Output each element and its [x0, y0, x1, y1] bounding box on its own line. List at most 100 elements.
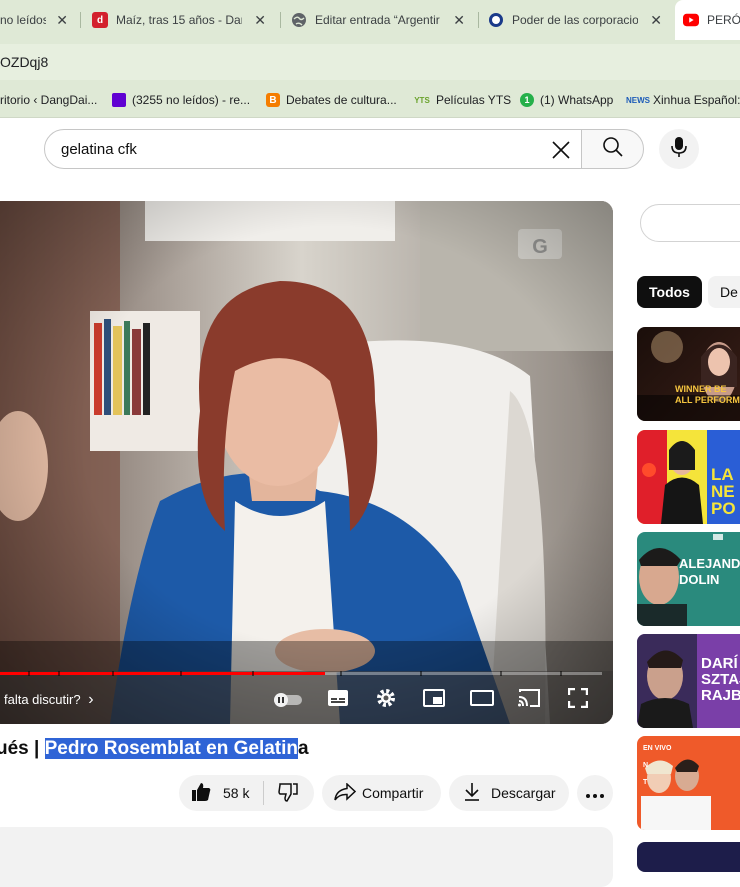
- chat-or-side-search[interactable]: [640, 204, 740, 242]
- fullscreen-icon: [567, 687, 589, 713]
- chapter-marker: [500, 671, 502, 676]
- subtitles-icon: [327, 689, 349, 712]
- youtube-icon: [683, 12, 699, 28]
- miniplayer-icon: [423, 688, 445, 712]
- autoplay-toggle[interactable]: [272, 690, 304, 710]
- tab-title: no leídos: [0, 13, 46, 27]
- share-label: Compartir: [362, 785, 424, 801]
- voice-search-button[interactable]: [659, 129, 699, 169]
- subtitles-button[interactable]: [326, 688, 350, 712]
- bookmark-item[interactable]: 1 (1) WhatsApp: [520, 93, 613, 107]
- chapter-title[interactable]: falta discutir? ›: [4, 691, 94, 709]
- recommended-video-thumbnail[interactable]: ALEJAND DOLIN: [637, 532, 740, 626]
- globe-icon: [291, 12, 307, 28]
- tab-strip: no leídos ✕ d Maíz, tras 15 años - Dar ✕…: [0, 0, 740, 40]
- description-box[interactable]: [0, 827, 613, 887]
- thumbnail-overlay-text: EN VIVO N T: [643, 745, 672, 786]
- like-dislike-group: 58 k: [179, 775, 314, 811]
- tab-1[interactable]: no leídos ✕: [0, 0, 80, 40]
- tab-3[interactable]: Editar entrada “Argentir ✕: [287, 0, 477, 40]
- bookmark-label: (1) WhatsApp: [540, 93, 614, 107]
- theater-icon: [470, 689, 494, 711]
- blogger-icon: B: [266, 93, 280, 107]
- share-button[interactable]: Compartir: [322, 775, 441, 811]
- tab-title: Maíz, tras 15 años - Dar: [116, 13, 242, 27]
- chapter-marker: [252, 671, 254, 676]
- recommended-video-thumbnail[interactable]: DARÍ SZTAJN RAJB: [637, 634, 740, 728]
- bookmark-item[interactable]: B Debates de cultura...: [266, 93, 397, 107]
- download-button[interactable]: Descargar: [449, 775, 569, 811]
- chapter-marker: [58, 671, 60, 676]
- cast-button[interactable]: [516, 688, 542, 712]
- like-button[interactable]: 58 k: [179, 775, 249, 811]
- video-frame: G: [0, 201, 613, 724]
- video-player[interactable]: G: [0, 201, 613, 724]
- share-icon: [334, 781, 357, 804]
- tab-close-icon[interactable]: ✕: [650, 12, 662, 28]
- progress-played: [0, 672, 325, 675]
- bookmark-item[interactable]: (3255 no leídos) - re...: [112, 93, 250, 107]
- recommended-video-thumbnail[interactable]: LA NE PO: [637, 430, 740, 524]
- more-actions-button[interactable]: [577, 775, 613, 811]
- tab-2[interactable]: d Maíz, tras 15 años - Dar ✕: [88, 0, 278, 40]
- thumbnail-overlay-text: DARÍ SZTAJN RAJB: [701, 655, 740, 704]
- recommended-video-thumbnail[interactable]: [637, 842, 740, 872]
- like-count: 58 k: [223, 785, 250, 801]
- bookmark-label: Debates de cultura...: [286, 93, 397, 107]
- chapter-marker: [112, 671, 114, 676]
- whatsapp-icon: 1: [520, 93, 534, 107]
- theater-mode-button[interactable]: [469, 688, 495, 712]
- url-text[interactable]: OZDqj8: [0, 54, 48, 70]
- bookmark-label: ritorio ‹ DangDai...: [0, 93, 98, 107]
- bookmark-item[interactable]: NEWS Xinhua Español:: [626, 93, 740, 107]
- video-title: ués | Pedro Rosemblat en Gelatina: [0, 738, 309, 760]
- search-icon: [602, 136, 624, 163]
- bookmark-label: Películas YTS: [436, 93, 512, 107]
- tab-close-icon[interactable]: ✕: [254, 12, 266, 28]
- tab-title: PERÓN: [707, 13, 740, 27]
- dislike-button[interactable]: [264, 775, 299, 811]
- tab-title: Editar entrada “Argentir: [315, 13, 440, 27]
- settings-button[interactable]: [374, 688, 398, 712]
- video-title-prefix: ués |: [0, 738, 45, 759]
- bookmark-item[interactable]: YTS Películas YTS: [414, 93, 511, 107]
- chapter-label: falta discutir?: [4, 692, 81, 707]
- tab-title: Poder de las corporacio: [512, 13, 638, 27]
- thumbs-up-icon: [191, 782, 211, 805]
- thumbs-down-icon: [278, 782, 299, 805]
- filter-chip-next[interactable]: De: [708, 276, 740, 308]
- clear-search-icon[interactable]: [547, 136, 575, 164]
- chapter-marker: [420, 671, 422, 676]
- tab-4[interactable]: Poder de las corporacio ✕: [484, 0, 674, 40]
- search-button[interactable]: [581, 129, 644, 169]
- recommended-video-thumbnail[interactable]: WINNER BE ALL PERFORM: [637, 327, 740, 421]
- miniplayer-button[interactable]: [422, 688, 446, 712]
- chapter-marker: [28, 671, 30, 676]
- bookmark-label: Xinhua Español:: [653, 93, 740, 107]
- thumbnail-overlay-text: LA NE PO: [711, 465, 736, 518]
- thumbnail-overlay-text: ALEJAND DOLIN: [679, 556, 740, 587]
- omnibox[interactable]: [0, 44, 740, 80]
- chapter-marker: [560, 671, 562, 676]
- bookmark-item[interactable]: ritorio ‹ DangDai...: [0, 93, 97, 107]
- chapter-marker: [340, 671, 342, 676]
- video-title-selected: Pedro Rosemblat en Gelatin: [44, 738, 299, 759]
- video-title-suffix: a: [298, 738, 309, 759]
- yts-icon: YTS: [414, 95, 430, 105]
- fullscreen-button[interactable]: [566, 687, 590, 713]
- news-icon: d: [92, 12, 108, 28]
- gear-icon: [375, 687, 397, 714]
- thumbnail-overlay-text: WINNER BE ALL PERFORM: [675, 384, 740, 405]
- recommended-video-thumbnail[interactable]: EN VIVO N T: [637, 736, 740, 830]
- bookmarks-bar: ritorio ‹ DangDai... (3255 no leídos) - …: [0, 84, 740, 118]
- tab-5-active[interactable]: PERÓN: [675, 0, 740, 40]
- search-query[interactable]: gelatina cfk: [61, 141, 137, 158]
- tab-close-icon[interactable]: ✕: [453, 12, 465, 28]
- search-input[interactable]: gelatina cfk: [44, 129, 582, 169]
- circle-icon: [488, 12, 504, 28]
- filter-chip-all[interactable]: Todos: [637, 276, 702, 308]
- cast-icon: [517, 688, 541, 713]
- chapter-marker: [180, 671, 182, 676]
- tab-close-icon[interactable]: ✕: [56, 12, 68, 28]
- more-horizontal-icon: [586, 785, 604, 801]
